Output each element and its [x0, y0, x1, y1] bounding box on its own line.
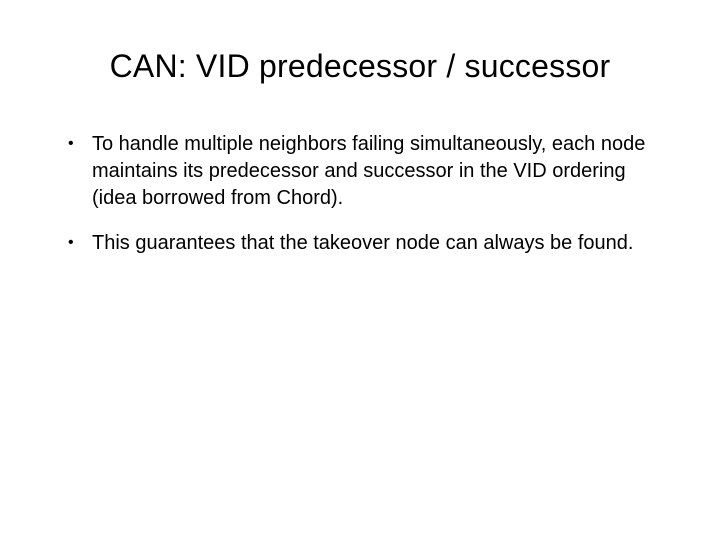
bullet-text: This guarantees that the takeover node c…: [92, 230, 660, 257]
list-item: • This guarantees that the takeover node…: [68, 230, 660, 257]
slide-container: CAN: VID predecessor / successor • To ha…: [0, 0, 720, 540]
bullet-text: To handle multiple neighbors failing sim…: [92, 131, 660, 212]
bullet-icon: •: [68, 131, 92, 155]
bullet-list: • To handle multiple neighbors failing s…: [60, 131, 660, 257]
list-item: • To handle multiple neighbors failing s…: [68, 131, 660, 212]
slide-title: CAN: VID predecessor / successor: [60, 48, 660, 85]
bullet-icon: •: [68, 230, 92, 254]
